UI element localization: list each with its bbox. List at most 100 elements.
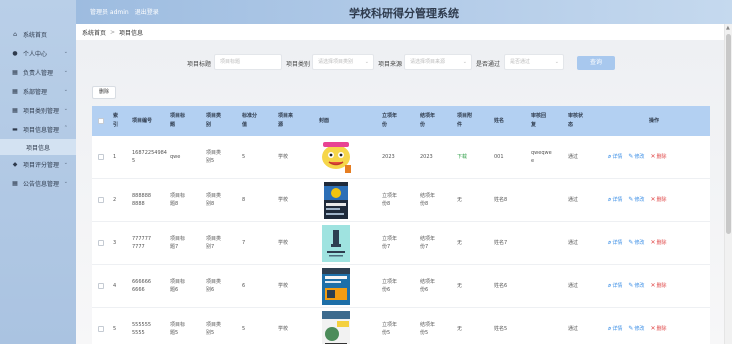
row-checkbox[interactable]	[98, 283, 104, 289]
cover-image[interactable]	[319, 224, 353, 262]
category-filter-select[interactable]: 请选择项目类别 ⌄	[312, 54, 374, 70]
delete-button[interactable]: ✕ 删除	[650, 239, 666, 247]
approved-filter-select[interactable]: 是否通过 ⌄	[504, 54, 564, 70]
row-status-text: 通过	[568, 326, 579, 332]
edit-button[interactable]: ✎ 修改	[628, 282, 644, 290]
row-checkbox[interactable]	[98, 240, 104, 246]
cover-image[interactable]	[319, 267, 353, 305]
edit-button[interactable]: ✎ 修改	[628, 196, 644, 204]
edit-button[interactable]: ✎ 修改	[628, 325, 644, 333]
sidebar-item-1[interactable]: ● 个人中心 ⌄	[0, 44, 76, 63]
row-year-end: 2023	[417, 136, 454, 178]
row-title: 项目标 题6	[167, 265, 203, 307]
header-score[interactable]: 标准分 值	[239, 106, 275, 136]
sidebar-item-7[interactable]: ◆ 项目评分管理 ⌄	[0, 155, 76, 174]
row-title: 项目标 题5	[167, 308, 203, 344]
sidebar-item-8[interactable]: ▦ 公告信息管理 ⌄	[0, 174, 76, 193]
row-score: 8	[239, 179, 275, 221]
cover-image[interactable]	[319, 181, 353, 219]
search-button[interactable]: 查询	[577, 56, 615, 70]
detail-button[interactable]: ⌕ 详情	[608, 282, 622, 290]
scroll-up-icon[interactable]: ▲	[726, 25, 730, 31]
breadcrumb-home[interactable]: 系统首页	[82, 28, 106, 37]
row-cover	[311, 179, 379, 221]
sidebar-subitem-project-info[interactable]: 项目信息	[0, 139, 76, 155]
search-icon: ⌕	[608, 196, 612, 203]
cover-image[interactable]	[319, 310, 353, 344]
edit-button[interactable]: ✎ 修改	[628, 239, 644, 247]
delete-button[interactable]: ✕ 删除	[650, 196, 666, 204]
detail-button-label: 详情	[612, 240, 623, 246]
batch-delete-button[interactable]: 删除	[92, 86, 116, 99]
select-all-checkbox[interactable]	[98, 118, 104, 124]
row-year-start-text: 立项年 份8	[382, 193, 398, 207]
row-select-cell	[92, 222, 110, 264]
source-filter-select[interactable]: 请选择项目来源 ⌄	[404, 54, 472, 70]
edit-button[interactable]: ✎ 修改	[628, 153, 644, 161]
sidebar-item-3[interactable]: ▦ 系部管理 ⌄	[0, 82, 76, 101]
cover-image[interactable]	[319, 138, 353, 176]
header-year-end[interactable]: 结项年 份	[417, 106, 454, 136]
delete-button[interactable]: ✕ 删除	[650, 325, 666, 333]
row-year-start-text: 立项年 份6	[382, 279, 398, 293]
row-project-no-text: 168722549841 5	[132, 150, 167, 164]
breadcrumb-separator: >	[110, 28, 116, 36]
row-project-no: 555555 5555	[129, 308, 167, 344]
row-year-end-text: 2023	[420, 154, 433, 160]
delete-button[interactable]: ✕ 删除	[650, 153, 666, 161]
row-index: 2	[110, 179, 129, 221]
detail-button-label: 详情	[612, 326, 623, 332]
title-filter-label: 项目标题	[187, 61, 212, 68]
detail-button[interactable]: ⌕ 详情	[608, 196, 622, 204]
row-score-text: 5	[242, 154, 246, 160]
search-icon: ⌕	[608, 325, 612, 332]
source-filter-label: 项目来源	[378, 61, 403, 68]
header-no[interactable]: 项目编号	[129, 106, 167, 136]
header-status[interactable]: 审核状 态	[565, 106, 602, 136]
edit-button-label: 修改	[634, 197, 645, 203]
row-score: 7	[239, 222, 275, 264]
approved-filter-placeholder: 是否通过	[510, 59, 531, 65]
row-title: 项目标 题8	[167, 179, 203, 221]
download-link[interactable]: 下载	[457, 153, 467, 161]
row-checkbox[interactable]	[98, 154, 104, 160]
header-category[interactable]: 项目类 别	[203, 106, 239, 136]
row-file: 下载	[454, 136, 491, 178]
sidebar-item-5[interactable]: ▬ 项目信息管理 ⌃	[0, 120, 76, 139]
row-name: 姓名7	[491, 222, 528, 264]
row-name: 姓名8	[491, 179, 528, 221]
header-name[interactable]: 姓名	[491, 106, 528, 136]
sidebar-subitem-label: 项目信息	[26, 144, 51, 152]
row-checkbox[interactable]	[98, 326, 104, 332]
header-year-start[interactable]: 立项年 份	[379, 106, 417, 136]
title-filter-input[interactable]: 项目标题	[214, 54, 282, 70]
detail-button[interactable]: ⌕ 详情	[608, 153, 622, 161]
row-status-text: 通过	[568, 240, 579, 246]
sidebar-item-label: 系统首页	[23, 32, 48, 39]
grid-icon: ▦	[12, 88, 18, 95]
header-source[interactable]: 项目来 源	[275, 106, 311, 136]
sidebar-item-2[interactable]: ▦ 负责人管理 ⌄	[0, 63, 76, 82]
detail-button[interactable]: ⌕ 详情	[608, 239, 622, 247]
row-source-text: 学校	[278, 240, 289, 246]
page-scrollbar[interactable]: ▲	[724, 24, 732, 344]
row-checkbox[interactable]	[98, 197, 104, 203]
header-title[interactable]: 项目标 题	[167, 106, 203, 136]
table-row: 2 888888 8888 项目标 题8 项目类 别8 8 学校 立项年 份8 结项年 份8…	[92, 179, 710, 222]
table-header: 索 引 项目编号 项目标 题 项目类 别 标准分 值 项目来 源 封面 立项年 …	[92, 106, 710, 136]
row-project-no: 777777 7777	[129, 222, 167, 264]
scrollbar-thumb[interactable]	[726, 34, 731, 234]
detail-button-label: 详情	[612, 197, 623, 203]
row-actions: ⌕ 详情 ✎ 修改 ✕ 删除	[602, 179, 706, 221]
sidebar-item-0[interactable]: ⌂ 系统首页	[0, 25, 76, 44]
delete-button[interactable]: ✕ 删除	[650, 282, 666, 290]
header-reply[interactable]: 审核回 复	[528, 106, 565, 136]
row-title-text: 项目标 题6	[170, 279, 186, 293]
row-year-start-text: 立项年 份7	[382, 236, 398, 250]
row-name: 001	[491, 136, 528, 178]
sidebar-item-4[interactable]: ▦ 项目类别管理 ⌄	[0, 101, 76, 120]
row-actions: ⌕ 详情 ✎ 修改 ✕ 删除	[602, 265, 706, 307]
detail-button[interactable]: ⌕ 详情	[608, 325, 622, 333]
select-all-cell	[92, 106, 110, 136]
row-category-text: 项目类 别6	[206, 279, 222, 293]
